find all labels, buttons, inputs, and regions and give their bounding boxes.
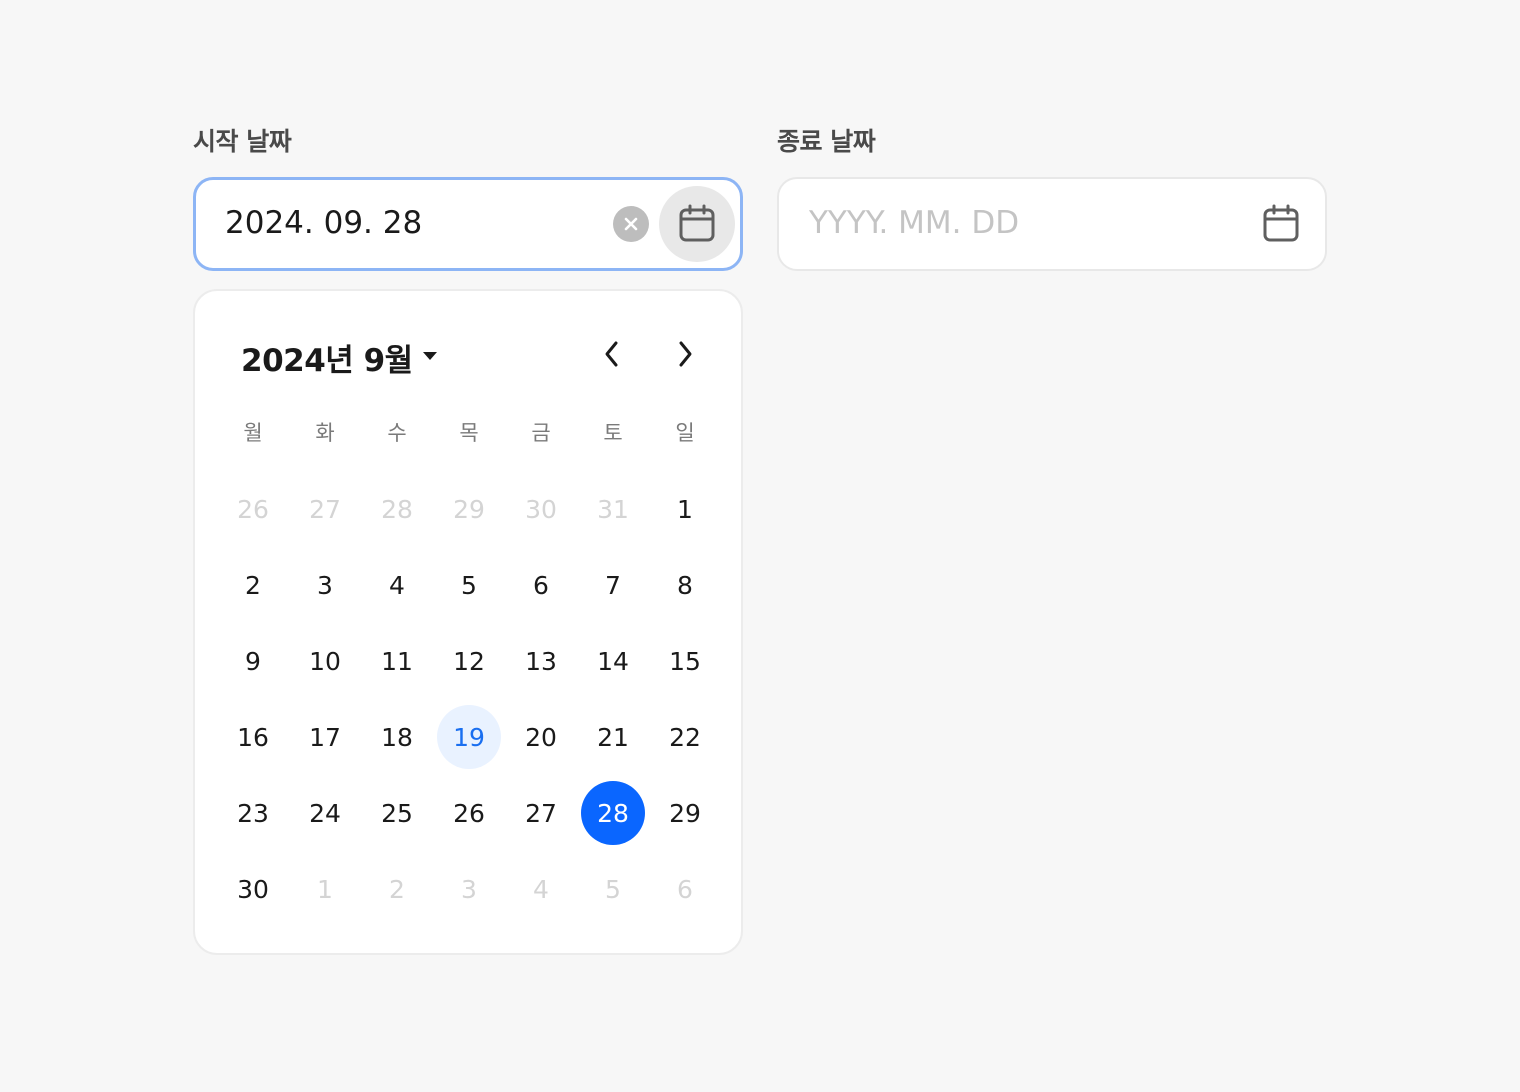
day-cell[interactable]: 21 [581,705,645,769]
day-cell[interactable]: 30 [509,477,573,541]
day-cell-selected[interactable]: 28 [581,781,645,845]
day-cell[interactable]: 26 [437,781,501,845]
day-cell[interactable]: 17 [293,705,357,769]
day-cell[interactable]: 4 [509,857,573,921]
day-cell[interactable]: 31 [581,477,645,541]
start-calendar-button[interactable] [659,186,735,262]
day-cell[interactable]: 3 [293,553,357,617]
day-cell[interactable]: 2 [221,553,285,617]
day-cell[interactable]: 26 [221,477,285,541]
calendar-icon [1263,204,1299,242]
day-cell[interactable]: 6 [509,553,573,617]
day-cell[interactable]: 11 [365,629,429,693]
end-date-label: 종료 날짜 [777,127,876,156]
close-icon [624,217,638,231]
day-cell[interactable]: 28 [365,477,429,541]
close-circle-icon[interactable] [613,206,649,242]
weekday-label: 화 [315,421,335,445]
start-date-value[interactable]: 2024. 09. 28 [225,205,422,241]
start-date-field[interactable]: 2024. 09. 28 [193,177,743,271]
month-year-title[interactable]: 2024년 9월 [241,335,413,380]
day-cell[interactable]: 24 [293,781,357,845]
end-date-field[interactable]: YYYY. MM. DD [777,177,1327,271]
day-cell[interactable]: 29 [437,477,501,541]
calendar-popup: 2024년 9월 월화수목금토일 26 27 28 29 30 31 1 2 3 4 5 6 7 8 9 10… [193,289,743,955]
day-cell[interactable]: 25 [365,781,429,845]
chevron-right-icon [679,341,692,367]
day-cell-today[interactable]: 19 [437,705,501,769]
day-cell[interactable]: 27 [293,477,357,541]
start-date-label: 시작 날짜 [193,127,292,156]
day-cell[interactable]: 10 [293,629,357,693]
day-cell[interactable]: 8 [653,553,717,617]
end-calendar-button[interactable] [1243,186,1319,262]
day-cell[interactable]: 18 [365,705,429,769]
weekday-label: 토 [603,421,623,445]
day-cell[interactable]: 29 [653,781,717,845]
day-cell[interactable]: 22 [653,705,717,769]
day-cell[interactable]: 15 [653,629,717,693]
end-date-placeholder[interactable]: YYYY. MM. DD [809,205,1019,241]
day-cell[interactable]: 4 [365,553,429,617]
day-cell[interactable]: 3 [437,857,501,921]
day-cell[interactable]: 7 [581,553,645,617]
weekday-label: 일 [675,421,695,445]
calendar-icon [679,204,715,242]
day-cell[interactable]: 14 [581,629,645,693]
weekday-label: 금 [531,421,551,445]
day-cell[interactable]: 6 [653,857,717,921]
prev-month-button[interactable] [587,329,637,379]
caret-down-icon[interactable] [419,348,441,364]
day-cell[interactable]: 2 [365,857,429,921]
next-month-button[interactable] [660,329,710,379]
chevron-left-icon [605,341,618,367]
day-cell[interactable]: 5 [437,553,501,617]
day-cell[interactable]: 1 [293,857,357,921]
day-cell[interactable]: 1 [653,477,717,541]
day-cell[interactable]: 5 [581,857,645,921]
weekday-label: 월 [243,421,263,445]
weekday-label: 수 [387,421,407,445]
day-cell[interactable]: 13 [509,629,573,693]
day-cell[interactable]: 27 [509,781,573,845]
day-cell[interactable]: 12 [437,629,501,693]
day-cell[interactable]: 9 [221,629,285,693]
day-cell[interactable]: 16 [221,705,285,769]
day-cell[interactable]: 23 [221,781,285,845]
day-cell[interactable]: 20 [509,705,573,769]
day-cell[interactable]: 30 [221,857,285,921]
weekday-label: 목 [459,421,479,445]
